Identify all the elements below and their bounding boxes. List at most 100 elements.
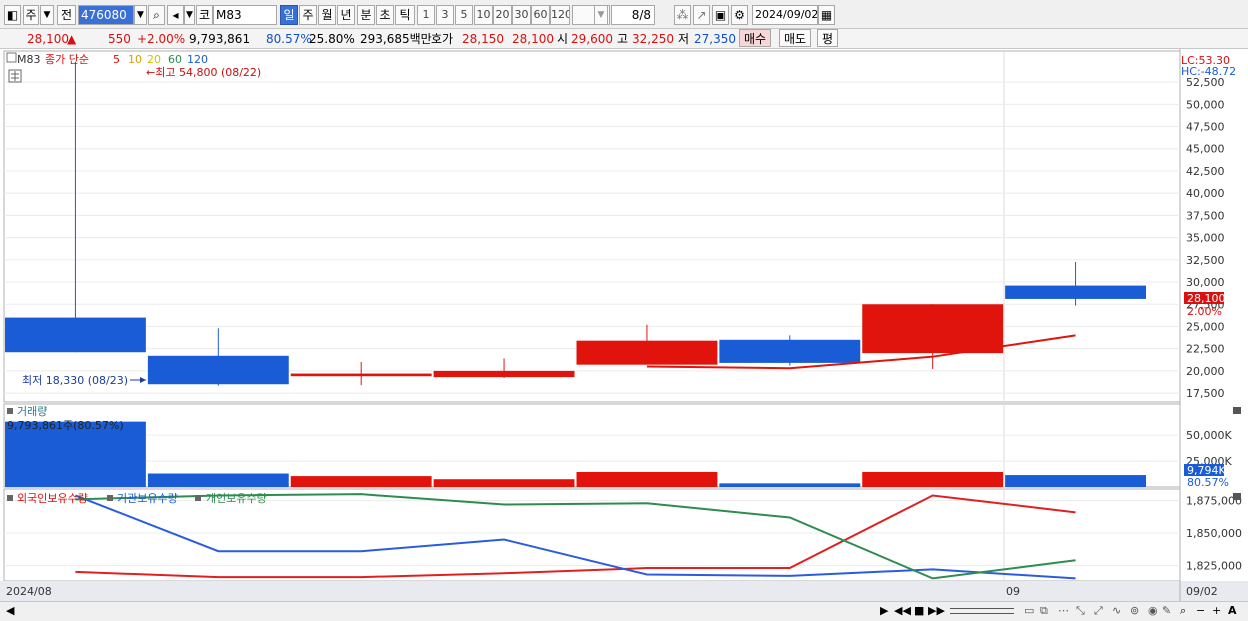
current-price: 28,100 xyxy=(27,32,69,46)
scroll-left-icon[interactable]: ◀ xyxy=(6,604,14,618)
speaker-dropdown-icon[interactable]: ▼ xyxy=(184,5,195,25)
prefix-button[interactable]: 전 xyxy=(57,5,76,25)
tool-icon-2[interactable]: ⤢ xyxy=(1094,604,1103,618)
volume-ratio: 80.57% xyxy=(266,32,312,46)
price-tick-label: 17,500 xyxy=(1186,387,1225,400)
gear-icon[interactable]: ⚙ xyxy=(731,5,748,25)
holding-tick-label: 1,850,000 xyxy=(1186,527,1242,540)
volume-close-icon[interactable] xyxy=(1233,407,1241,414)
holding-tick-label: 1,825,000 xyxy=(1186,559,1242,572)
min-annotation: 최저 18,330 (08/23) xyxy=(22,374,128,387)
price-tick-label: 22,500 xyxy=(1186,343,1225,356)
legend-foreign: 외국인보유수량 xyxy=(17,492,88,505)
volume-bar xyxy=(719,483,861,487)
layout-icon[interactable]: ▭ xyxy=(1024,604,1034,618)
price-tick-label: 32,500 xyxy=(1186,254,1225,267)
legend-ma20: 20 xyxy=(147,53,161,66)
interval-20-button[interactable]: 20 xyxy=(493,5,512,25)
quote-bar: 28,100 ▲ 550 +2.00% 9,793,861 80.57% 25.… xyxy=(0,29,1248,49)
legend-ma60: 60 xyxy=(168,53,182,66)
volume-bar xyxy=(1005,475,1146,487)
window-icon[interactable]: ◧ xyxy=(4,5,21,25)
stock-code-input[interactable]: 476080 xyxy=(78,5,134,25)
interval-1-button[interactable]: 1 xyxy=(417,5,435,25)
candle-body xyxy=(719,339,861,363)
interval-120-button[interactable]: 120 xyxy=(550,5,570,25)
high-label: 고 xyxy=(617,32,629,46)
interval-60-button[interactable]: 60 xyxy=(531,5,550,25)
date-field[interactable]: 2024/09/02 xyxy=(752,5,818,25)
search-icon[interactable]: ⌕ xyxy=(148,5,165,25)
candle-body xyxy=(862,304,1004,354)
stop-icon[interactable]: ■ xyxy=(914,604,924,618)
interval-10-button[interactable]: 10 xyxy=(474,5,493,25)
font-size-icon[interactable]: A xyxy=(1228,604,1237,618)
sell-button[interactable]: 매도 xyxy=(779,29,812,47)
legend-code: M83 xyxy=(17,53,41,66)
wave-icon[interactable]: ∿ xyxy=(1112,604,1121,618)
price-tick-label: 52,500 xyxy=(1186,76,1225,89)
x-label-start: 2024/08 xyxy=(6,585,52,598)
interval-dropdown-icon[interactable]: ▼ xyxy=(594,5,608,25)
speaker-icon[interactable]: ◂ xyxy=(167,5,184,25)
mode-select[interactable]: 주 xyxy=(23,5,39,25)
code-dropdown-icon[interactable]: ▼ xyxy=(134,5,147,25)
legend-institution: 기관보유수량 xyxy=(117,492,178,505)
high-price: 32,250 xyxy=(632,32,674,46)
price-axis-ticks: 52,500 50,000 47,500 45,000 42,500 40,000 37,5… xyxy=(1186,76,1225,400)
chevron-down-icon[interactable]: ▼ xyxy=(40,5,54,25)
eval-button[interactable]: 평 xyxy=(817,29,839,47)
last-price-text: 28,100 xyxy=(1187,292,1226,305)
pattern-icon[interactable]: ⋯ xyxy=(1058,604,1069,618)
ask-price: 28,150 xyxy=(462,32,504,46)
play-icon[interactable]: ▶ xyxy=(880,604,888,618)
interval-3-button[interactable]: 3 xyxy=(436,5,454,25)
bottom-scrollbar[interactable]: ◀ ▶ ◀◀ ■ ▶▶ ▭ ⧉ ⋯ ⤡ ⤢ ∿ ⊚ ◉ ✎ ⌕ − + A xyxy=(0,601,1248,621)
volume-last-pct: 80.57% xyxy=(1187,476,1229,489)
period-year-button[interactable]: 년 xyxy=(337,5,355,25)
candle-body xyxy=(1005,285,1146,299)
open-price: 29,600 xyxy=(571,32,613,46)
tool-icon-1[interactable]: ⤡ xyxy=(1076,604,1085,618)
holding-close-icon[interactable] xyxy=(1233,493,1241,500)
copy-icon[interactable]: ⧉ xyxy=(1040,604,1048,618)
interval-30-button[interactable]: 30 xyxy=(512,5,531,25)
price-tick-label: 37,500 xyxy=(1186,209,1225,222)
save-icon[interactable]: ▣ xyxy=(712,5,729,25)
fast-forward-icon[interactable]: ▶▶ xyxy=(928,604,945,618)
volume-title: 거래량 xyxy=(17,405,47,418)
change-percent: +2.00% xyxy=(137,32,186,46)
period-day-button[interactable]: 일 xyxy=(280,5,298,25)
price-tick-label: 50,000 xyxy=(1186,98,1225,111)
legend-ma120: 120 xyxy=(187,53,208,66)
period-month-button[interactable]: 월 xyxy=(318,5,336,25)
magnet-icon[interactable]: ⊚ xyxy=(1130,604,1139,618)
period-minute-button[interactable]: 분 xyxy=(357,5,375,25)
price-tick-label: 42,500 xyxy=(1186,165,1225,178)
max-annotation: ←최고 54,800 (08/22) xyxy=(146,66,261,79)
buy-button[interactable]: 매수 xyxy=(739,29,772,47)
rewind-icon[interactable]: ◀◀ xyxy=(894,604,911,618)
compare-icon[interactable]: ⁂ xyxy=(674,5,691,25)
zoom-out-icon[interactable]: − xyxy=(1196,604,1205,618)
zoom-slider[interactable] xyxy=(950,608,1014,614)
period-second-button[interactable]: 초 xyxy=(376,5,394,25)
interval-5-button[interactable]: 5 xyxy=(455,5,473,25)
calendar-icon[interactable]: ▦ xyxy=(818,5,835,25)
draw-icon[interactable]: ↗ xyxy=(693,5,710,25)
zoom-icon[interactable]: ⌕ xyxy=(1180,604,1186,618)
stock-name-field[interactable]: M83 xyxy=(213,5,277,25)
volume-bar xyxy=(862,471,1004,487)
period-week-button[interactable]: 주 xyxy=(299,5,317,25)
period-tick-button[interactable]: 틱 xyxy=(395,5,415,25)
chart-area[interactable]: 52,500 50,000 47,500 45,000 42,500 40,000 37,5… xyxy=(0,49,1248,601)
legend-ma10: 10 xyxy=(128,53,142,66)
candle-body xyxy=(5,317,146,353)
zoom-in-icon[interactable]: + xyxy=(1212,604,1221,618)
count-field[interactable]: 8/8 xyxy=(611,5,655,25)
pen-icon[interactable]: ✎ xyxy=(1162,604,1171,618)
price-tick-label: 25,000 xyxy=(1186,320,1225,333)
name-prefix[interactable]: 코 xyxy=(196,5,213,25)
eye-icon[interactable]: ◉ xyxy=(1148,604,1158,618)
x-label-month: 09 xyxy=(1006,585,1020,598)
